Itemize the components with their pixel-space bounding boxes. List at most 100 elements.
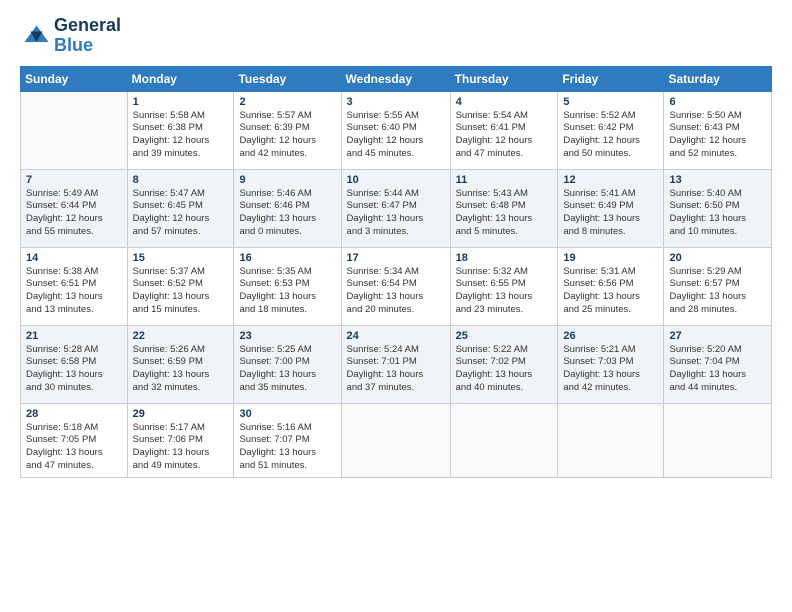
day-info: Sunrise: 5:18 AM Sunset: 7:05 PM Dayligh… [26,422,122,473]
day-info: Sunrise: 5:16 AM Sunset: 7:07 PM Dayligh… [239,422,335,473]
calendar-cell: 5Sunrise: 5:52 AM Sunset: 6:42 PM Daylig… [558,91,664,169]
logo-text: GeneralBlue [54,16,121,56]
day-info: Sunrise: 5:26 AM Sunset: 6:59 PM Dayligh… [133,344,229,395]
logo-icon [20,21,50,51]
day-info: Sunrise: 5:41 AM Sunset: 6:49 PM Dayligh… [563,188,658,239]
day-info: Sunrise: 5:38 AM Sunset: 6:51 PM Dayligh… [26,266,122,317]
day-number: 2 [239,96,335,108]
day-number: 12 [563,174,658,186]
calendar-cell [664,403,772,477]
calendar-cell: 12 Sunrise: 5:41 AM Sunset: 6:49 PM Dayli… [558,169,664,247]
calendar-row-1: 7 Sunrise: 5:49 AM Sunset: 6:44 PM Daylig… [21,169,772,247]
day-info: Sunrise: 5:24 AM Sunset: 7:01 PM Dayligh… [347,344,445,395]
day-number: 10 [347,174,445,186]
calendar-cell: 16Sunrise: 5:35 AM Sunset: 6:53 PM Dayli… [234,247,341,325]
day-info: Sunrise: 5:17 AM Sunset: 7:06 PM Dayligh… [133,422,229,473]
day-number: 5 [563,96,658,108]
col-header-tuesday: Tuesday [234,66,341,91]
col-header-wednesday: Wednesday [341,66,450,91]
calendar-row-2: 14 Sunrise: 5:38 AM Sunset: 6:51 PM Dayli… [21,247,772,325]
day-number: 22 [133,330,229,342]
calendar-cell: 11 Sunrise: 5:43 AM Sunset: 6:48 PM Dayli… [450,169,558,247]
col-header-friday: Friday [558,66,664,91]
calendar-row-4: 28 Sunrise: 5:18 AM Sunset: 7:05 PM Dayli… [21,403,772,477]
calendar-cell: 26 Sunrise: 5:21 AM Sunset: 7:03 PM Dayli… [558,325,664,403]
calendar-cell: 2 Sunrise: 5:57 AM Sunset: 6:39 PM Daylig… [234,91,341,169]
day-info: Sunrise: 5:35 AM Sunset: 6:53 PM Dayligh… [239,266,335,317]
calendar-cell: 19 Sunrise: 5:31 AM Sunset: 6:56 PM Dayli… [558,247,664,325]
day-number: 19 [563,252,658,264]
day-number: 29 [133,408,229,420]
calendar-table: SundayMondayTuesdayWednesdayThursdayFrid… [20,66,772,478]
day-info: Sunrise: 5:28 AM Sunset: 6:58 PM Dayligh… [26,344,122,395]
day-number: 25 [456,330,553,342]
day-number: 13 [669,174,766,186]
calendar-cell: 3Sunrise: 5:55 AM Sunset: 6:40 PM Daylig… [341,91,450,169]
day-number: 24 [347,330,445,342]
day-number: 1 [133,96,229,108]
calendar-cell [341,403,450,477]
day-info: Sunrise: 5:40 AM Sunset: 6:50 PM Dayligh… [669,188,766,239]
day-number: 17 [347,252,445,264]
calendar-header-row: SundayMondayTuesdayWednesdayThursdayFrid… [21,66,772,91]
day-info: Sunrise: 5:43 AM Sunset: 6:48 PM Dayligh… [456,188,553,239]
day-number: 14 [26,252,122,264]
day-info: Sunrise: 5:20 AM Sunset: 7:04 PM Dayligh… [669,344,766,395]
calendar-cell: 25Sunrise: 5:22 AM Sunset: 7:02 PM Dayli… [450,325,558,403]
day-info: Sunrise: 5:58 AM Sunset: 6:38 PM Dayligh… [133,110,229,161]
calendar-cell [450,403,558,477]
calendar-cell: 29 Sunrise: 5:17 AM Sunset: 7:06 PM Dayli… [127,403,234,477]
day-number: 6 [669,96,766,108]
day-number: 15 [133,252,229,264]
day-number: 8 [133,174,229,186]
calendar-cell [21,91,128,169]
calendar-cell: 6 Sunrise: 5:50 AM Sunset: 6:43 PM Daylig… [664,91,772,169]
calendar-cell: 30 Sunrise: 5:16 AM Sunset: 7:07 PM Dayli… [234,403,341,477]
calendar-cell: 14 Sunrise: 5:38 AM Sunset: 6:51 PM Dayli… [21,247,128,325]
day-info: Sunrise: 5:34 AM Sunset: 6:54 PM Dayligh… [347,266,445,317]
calendar-cell: 23Sunrise: 5:25 AM Sunset: 7:00 PM Dayli… [234,325,341,403]
calendar-cell: 13 Sunrise: 5:40 AM Sunset: 6:50 PM Dayli… [664,169,772,247]
day-info: Sunrise: 5:54 AM Sunset: 6:41 PM Dayligh… [456,110,553,161]
day-number: 28 [26,408,122,420]
calendar-cell: 15Sunrise: 5:37 AM Sunset: 6:52 PM Dayli… [127,247,234,325]
col-header-monday: Monday [127,66,234,91]
day-number: 9 [239,174,335,186]
calendar-cell: 8 Sunrise: 5:47 AM Sunset: 6:45 PM Daylig… [127,169,234,247]
logo: GeneralBlue [20,16,121,56]
col-header-thursday: Thursday [450,66,558,91]
day-info: Sunrise: 5:21 AM Sunset: 7:03 PM Dayligh… [563,344,658,395]
calendar-cell: 9Sunrise: 5:46 AM Sunset: 6:46 PM Daylig… [234,169,341,247]
calendar-cell: 24 Sunrise: 5:24 AM Sunset: 7:01 PM Dayli… [341,325,450,403]
calendar-cell: 4 Sunrise: 5:54 AM Sunset: 6:41 PM Daylig… [450,91,558,169]
day-number: 27 [669,330,766,342]
calendar-cell: 22 Sunrise: 5:26 AM Sunset: 6:59 PM Dayli… [127,325,234,403]
day-info: Sunrise: 5:49 AM Sunset: 6:44 PM Dayligh… [26,188,122,239]
day-number: 26 [563,330,658,342]
calendar-cell: 21Sunrise: 5:28 AM Sunset: 6:58 PM Dayli… [21,325,128,403]
calendar-cell: 7 Sunrise: 5:49 AM Sunset: 6:44 PM Daylig… [21,169,128,247]
col-header-sunday: Sunday [21,66,128,91]
calendar-cell: 28 Sunrise: 5:18 AM Sunset: 7:05 PM Dayli… [21,403,128,477]
calendar-cell: 1 Sunrise: 5:58 AM Sunset: 6:38 PM Daylig… [127,91,234,169]
day-info: Sunrise: 5:50 AM Sunset: 6:43 PM Dayligh… [669,110,766,161]
day-info: Sunrise: 5:31 AM Sunset: 6:56 PM Dayligh… [563,266,658,317]
calendar-row-0: 1 Sunrise: 5:58 AM Sunset: 6:38 PM Daylig… [21,91,772,169]
day-number: 3 [347,96,445,108]
day-info: Sunrise: 5:32 AM Sunset: 6:55 PM Dayligh… [456,266,553,317]
day-info: Sunrise: 5:29 AM Sunset: 6:57 PM Dayligh… [669,266,766,317]
col-header-saturday: Saturday [664,66,772,91]
day-number: 7 [26,174,122,186]
day-info: Sunrise: 5:57 AM Sunset: 6:39 PM Dayligh… [239,110,335,161]
day-number: 4 [456,96,553,108]
header: GeneralBlue [20,16,772,56]
calendar-cell: 18 Sunrise: 5:32 AM Sunset: 6:55 PM Dayli… [450,247,558,325]
day-number: 11 [456,174,553,186]
page: GeneralBlue SundayMondayTuesdayWednesday… [0,0,792,612]
day-number: 30 [239,408,335,420]
day-number: 18 [456,252,553,264]
calendar-cell: 10 Sunrise: 5:44 AM Sunset: 6:47 PM Dayli… [341,169,450,247]
day-info: Sunrise: 5:47 AM Sunset: 6:45 PM Dayligh… [133,188,229,239]
calendar-row-3: 21Sunrise: 5:28 AM Sunset: 6:58 PM Dayli… [21,325,772,403]
day-info: Sunrise: 5:44 AM Sunset: 6:47 PM Dayligh… [347,188,445,239]
